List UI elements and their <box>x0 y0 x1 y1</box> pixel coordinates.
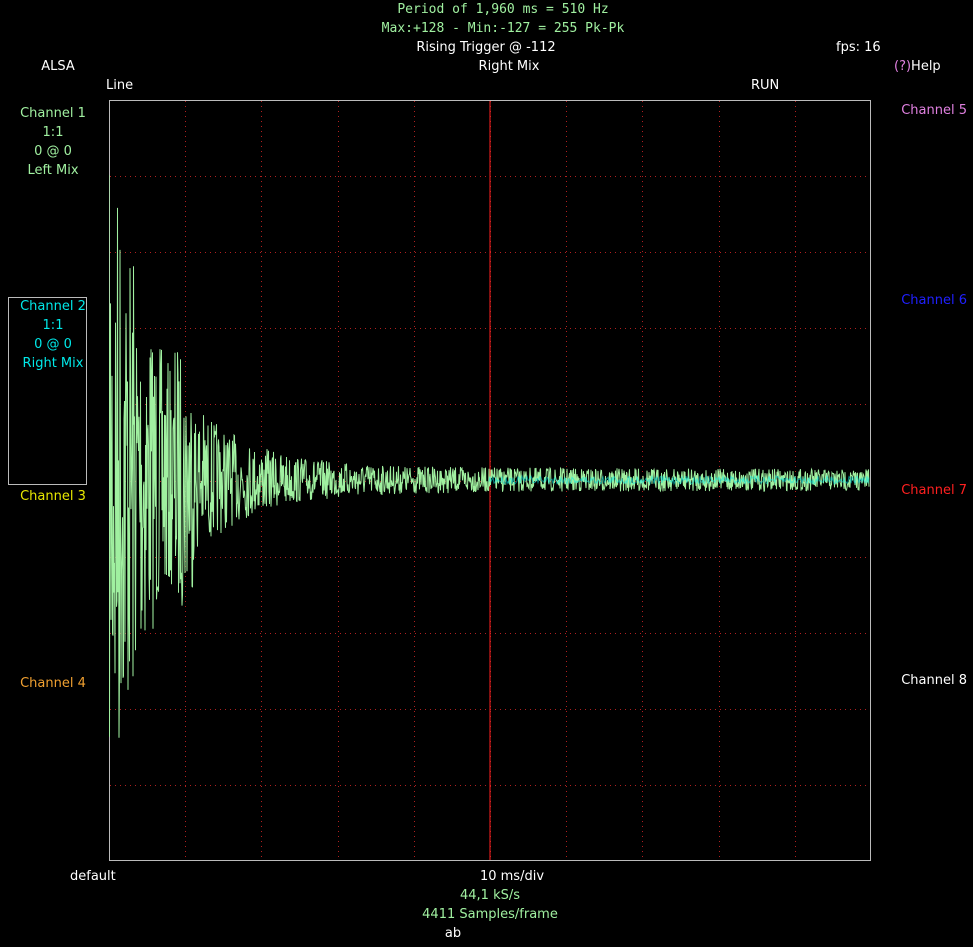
channel-1-name: Channel 1 <box>20 106 86 121</box>
oscilloscope-display[interactable] <box>109 100 871 861</box>
channel-4-name[interactable]: Channel 4 <box>20 676 86 692</box>
preset-label[interactable]: default <box>70 869 116 885</box>
channel-6-name[interactable]: Channel 6 <box>901 293 967 309</box>
channel-1-offset: 0 @ 0 <box>34 144 72 159</box>
sample-rate: 44,1 kS/s <box>459 888 521 903</box>
channel-5-name[interactable]: Channel 5 <box>901 103 967 119</box>
channel-1-source: Left Mix <box>27 163 79 178</box>
channel-1-scale: 1:1 <box>42 125 64 140</box>
trigger-mode[interactable]: Rising Trigger @ -112 <box>416 40 555 56</box>
fps-readout: fps: 16 <box>836 40 881 55</box>
run-button[interactable]: RUN <box>751 78 779 94</box>
help-button[interactable]: (?)Help <box>894 59 941 75</box>
channel-7-name[interactable]: Channel 7 <box>901 483 967 499</box>
samples-per-frame: 4411 Samples/frame <box>422 907 558 922</box>
help-icon: (?) <box>894 59 912 74</box>
channel-2-source: Right Mix <box>22 356 84 371</box>
channel-2-scale: 1:1 <box>42 318 64 333</box>
maxmin-readout: Max:+128 - Min:-127 = 255 Pk-Pk <box>381 21 625 36</box>
input-selector[interactable]: Line <box>106 78 133 94</box>
trigger-source[interactable]: Right Mix <box>479 59 540 75</box>
timebase-control[interactable]: 10 ms/div <box>480 869 544 885</box>
channel-2-offset: 0 @ 0 <box>34 337 72 352</box>
channel-8-name[interactable]: Channel 8 <box>901 673 967 689</box>
period-readout: Period of 1,960 ms = 510 Hz <box>397 2 609 17</box>
audio-source[interactable]: ALSA <box>41 59 75 75</box>
channel-3-name[interactable]: Channel 3 <box>20 489 86 505</box>
help-label: Help <box>911 59 941 74</box>
channel-2-name: Channel 2 <box>20 299 86 314</box>
bottom-indicator: ab <box>444 926 462 941</box>
